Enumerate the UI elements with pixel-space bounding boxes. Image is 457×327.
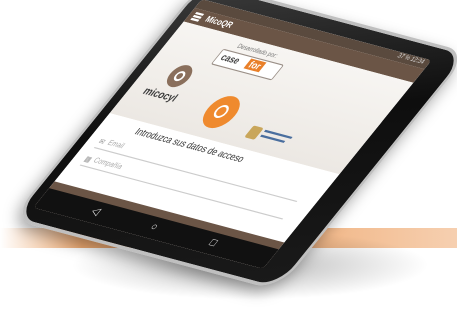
hamburger-menu-icon[interactable]	[190, 11, 205, 22]
phone-screen: 37 % 12:34 MicoQR Desarrollado por: case…	[33, 0, 432, 269]
email-placeholder: Email	[105, 139, 126, 151]
phone-device: 37 % 12:34 MicoQR Desarrollado por: case…	[10, 0, 457, 291]
micocyl-logo: micocyl	[128, 60, 213, 121]
partner-orange-logo	[195, 92, 248, 132]
government-logo	[241, 123, 297, 152]
casefor-logo-left: case	[218, 51, 243, 66]
casefor-logo-right: for	[243, 58, 267, 73]
back-icon[interactable]: ◁	[88, 206, 103, 218]
company-placeholder: Compañía	[91, 157, 125, 172]
phone-wrapper: 37 % 12:34 MicoQR Desarrollado por: case…	[10, 0, 457, 306]
micocyl-mark-icon	[161, 62, 198, 90]
home-icon[interactable]: ○	[147, 221, 161, 233]
micocyl-logo-text: micocyl	[139, 85, 180, 105]
recent-apps-icon[interactable]: □	[206, 237, 220, 249]
